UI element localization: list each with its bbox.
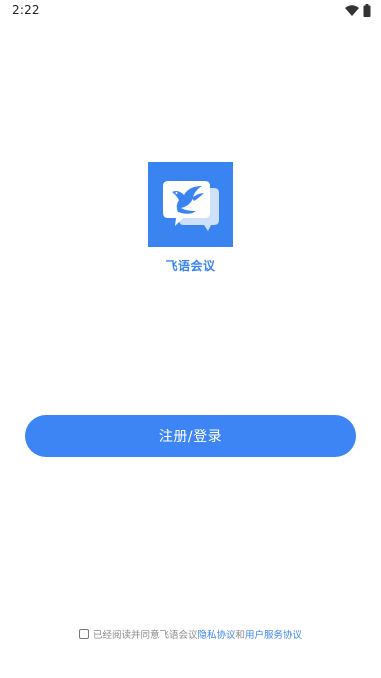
- app-logo: [148, 162, 233, 247]
- status-bar: 2:22: [0, 0, 381, 22]
- splash-login-screen: 2:22 飞语会议 注册/登录 已经阅读并同意飞语会议 隐私协议 和 用户服务协…: [0, 0, 381, 678]
- user-service-agreement-link[interactable]: 用户服务协议: [245, 627, 302, 641]
- agreement-checkbox[interactable]: [79, 629, 89, 639]
- battery-icon: [363, 4, 371, 17]
- agreement-conjunction-text: 和: [235, 630, 246, 641]
- register-login-button[interactable]: 注册/登录: [25, 415, 356, 457]
- status-time: 2:22: [12, 3, 40, 17]
- wifi-icon: [345, 5, 359, 16]
- status-icons: [345, 4, 371, 17]
- agreement-row: 已经阅读并同意飞语会议 隐私协议 和 用户服务协议: [79, 627, 302, 641]
- bird-chat-bubble-logo-icon: [163, 181, 219, 231]
- agreement-prefix-text: 已经阅读并同意飞语会议: [93, 630, 198, 641]
- app-name: 飞语会议: [165, 259, 216, 273]
- privacy-policy-link[interactable]: 隐私协议: [198, 627, 236, 641]
